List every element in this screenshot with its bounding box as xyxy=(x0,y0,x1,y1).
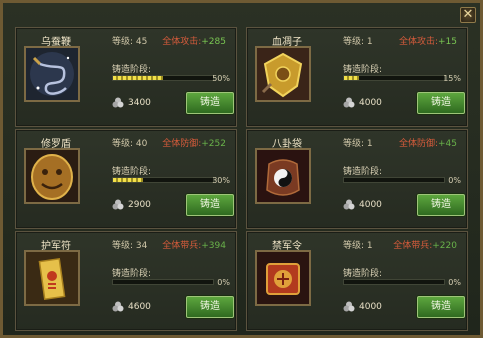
bonus-value: +45 xyxy=(438,139,457,149)
bonus-label: 全体带兵: xyxy=(162,241,202,251)
forge-button[interactable]: 铸造 xyxy=(417,194,465,216)
forge-button[interactable]: 铸造 xyxy=(186,296,234,318)
progress-percent: 0% xyxy=(448,278,461,287)
cost-value: 4000 xyxy=(359,200,382,210)
forge-stage-label: 铸造阶段: xyxy=(343,269,383,279)
bonus-value: +220 xyxy=(432,241,457,251)
forge-progress-bar xyxy=(343,279,445,285)
forge-button[interactable]: 铸造 xyxy=(186,92,234,114)
bonus-label: 全体防御: xyxy=(162,139,202,149)
equipment-card: 八卦袋 等级: 1 全体防御:+45 铸造阶段: 0% 4000 铸造 xyxy=(246,129,468,229)
equipment-card: 血凋子 等级: 1 全体攻击:+15 铸造阶段: 15% 4000 铸造 xyxy=(246,27,468,127)
forge-stage-label: 铸造阶段: xyxy=(343,167,383,177)
level-text: 等级: 34 xyxy=(112,241,148,251)
bonus-value: +15 xyxy=(438,37,457,47)
forge-progress-fill xyxy=(344,76,359,80)
bonus-text: 全体带兵:+394 xyxy=(162,238,226,251)
silver-icon xyxy=(112,199,124,210)
cost-value: 4000 xyxy=(359,98,382,108)
forge-progress-bar xyxy=(343,75,445,81)
equipment-card: 禁军令 等级: 1 全体带兵:+220 铸造阶段: 0% 4000 铸造 xyxy=(246,231,468,331)
bonus-value: +285 xyxy=(201,37,226,47)
beast-shield-icon xyxy=(24,148,80,204)
level-text: 等级: 40 xyxy=(112,139,148,149)
forge-stage-label: 铸造阶段: xyxy=(112,269,152,279)
level-text: 等级: 1 xyxy=(343,37,373,47)
cost-value: 4000 xyxy=(359,302,382,312)
bonus-label: 全体防御: xyxy=(398,139,438,149)
bonus-value: +394 xyxy=(201,241,226,251)
forge-button[interactable]: 铸造 xyxy=(417,296,465,318)
bonus-value: +252 xyxy=(201,139,226,149)
forge-button[interactable]: 铸造 xyxy=(186,194,234,216)
silver-icon xyxy=(112,301,124,312)
progress-percent: 0% xyxy=(217,278,230,287)
level-text: 等级: 1 xyxy=(343,139,373,149)
forge-panel: ✕ 乌蚕鞭 等级: 45 全体攻击:+285 铸造阶段: 50% 3400 铸造… xyxy=(0,0,483,338)
forge-button[interactable]: 铸造 xyxy=(417,92,465,114)
bagua-bag-icon xyxy=(255,148,311,204)
bonus-label: 全体攻击: xyxy=(162,37,202,47)
close-button[interactable]: ✕ xyxy=(460,7,476,23)
progress-percent: 15% xyxy=(443,74,461,83)
progress-percent: 50% xyxy=(212,74,230,83)
forge-progress-fill xyxy=(113,178,143,182)
bonus-text: 全体攻击:+15 xyxy=(399,34,457,47)
forge-progress-fill xyxy=(113,76,163,80)
forge-stage-label: 铸造阶段: xyxy=(343,65,383,75)
bonus-text: 全体防御:+252 xyxy=(162,136,226,149)
bonus-label: 全体攻击: xyxy=(398,37,438,47)
cost-value: 2900 xyxy=(128,200,151,210)
bonus-label: 全体带兵: xyxy=(393,241,433,251)
forge-progress-bar xyxy=(112,279,214,285)
level-text: 等级: 1 xyxy=(343,241,373,251)
cost-value: 3400 xyxy=(128,98,151,108)
gold-shield-icon xyxy=(255,46,311,102)
progress-percent: 0% xyxy=(448,176,461,185)
forge-stage-label: 铸造阶段: xyxy=(112,167,152,177)
silver-icon xyxy=(343,97,355,108)
talisman-icon xyxy=(24,250,80,306)
bonus-text: 全体防御:+45 xyxy=(399,136,457,149)
equipment-card: 乌蚕鞭 等级: 45 全体攻击:+285 铸造阶段: 50% 3400 铸造 xyxy=(15,27,237,127)
level-text: 等级: 45 xyxy=(112,37,148,47)
silver-icon xyxy=(112,97,124,108)
bonus-text: 全体攻击:+285 xyxy=(162,34,226,47)
forge-stage-label: 铸造阶段: xyxy=(112,65,152,75)
forge-progress-bar xyxy=(343,177,445,183)
forge-progress-bar xyxy=(112,177,214,183)
whip-icon xyxy=(24,46,80,102)
bonus-text: 全体带兵:+220 xyxy=(393,238,457,251)
equipment-card: 修罗盾 等级: 40 全体防御:+252 铸造阶段: 30% 2900 铸造 xyxy=(15,129,237,229)
progress-percent: 30% xyxy=(212,176,230,185)
silver-icon xyxy=(343,301,355,312)
equipment-card: 护军符 等级: 34 全体带兵:+394 铸造阶段: 0% 4600 铸造 xyxy=(15,231,237,331)
forge-progress-bar xyxy=(112,75,214,81)
token-icon xyxy=(255,250,311,306)
silver-icon xyxy=(343,199,355,210)
cost-value: 4600 xyxy=(128,302,151,312)
